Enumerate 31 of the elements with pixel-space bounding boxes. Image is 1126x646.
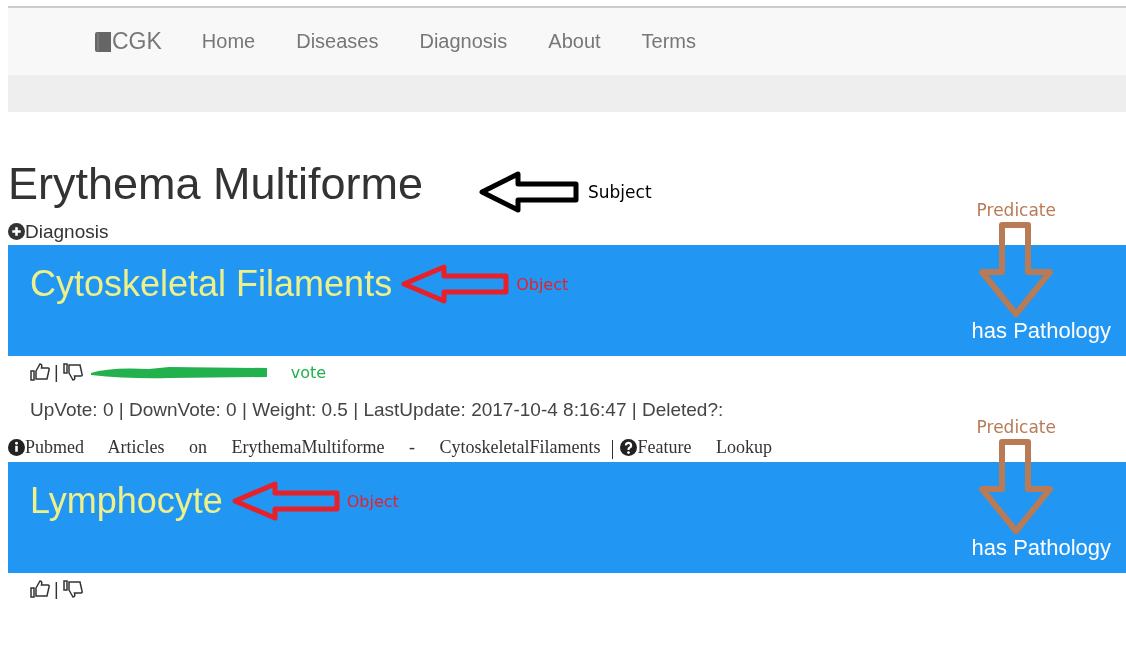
annotation-label: Object [516,274,569,294]
nav-link[interactable]: Diagnosis [419,30,508,53]
annotation-label: Object [346,491,399,511]
info-icon [8,438,25,456]
brand-link[interactable]: CGK [94,28,162,55]
section-label: Diagnosis [25,220,109,243]
predicate-label: has Pathology [971,535,1111,561]
section-toggle[interactable]: Diagnosis [8,218,1126,245]
page-title: Erythema Multiforme [8,157,424,211]
question-icon [620,438,638,456]
object-title[interactable]: Lymphocyte [30,480,223,522]
nav-link[interactable]: Diseases [296,30,379,53]
book-icon [94,30,112,53]
nav-link[interactable]: Terms [641,30,696,53]
pubmed-link[interactable]: Pubmed Articles on ErythemaMultiforme - CytoskeletalFilaments [25,436,601,458]
plus-circle-icon [8,223,25,240]
thumbs-up-icon[interactable] [30,580,50,598]
vote-separator: | [54,361,59,383]
annotation-label: vote [290,362,327,382]
thumbs-down-icon[interactable] [62,363,83,381]
nav-link[interactable]: Home [201,30,256,53]
predicate-label: has Pathology [971,318,1111,344]
object-title[interactable]: Cytoskeletal Filaments [30,263,393,305]
feature-lookup-link[interactable]: Feature Lookup [637,436,772,458]
nav-link[interactable]: About [548,30,601,53]
vote-separator: | [54,578,59,600]
thumbs-up-icon[interactable] [30,363,50,381]
thumbs-down-icon[interactable] [62,580,83,598]
vote-stats: UpVote: 0 | DownVote: 0 | Weight: 0.5 | LastUpdate: 2017-10-4 8:16:47 | Deleted?: [30,399,724,421]
annotation-label: Subject [588,182,652,202]
link-separator: | [610,435,615,459]
